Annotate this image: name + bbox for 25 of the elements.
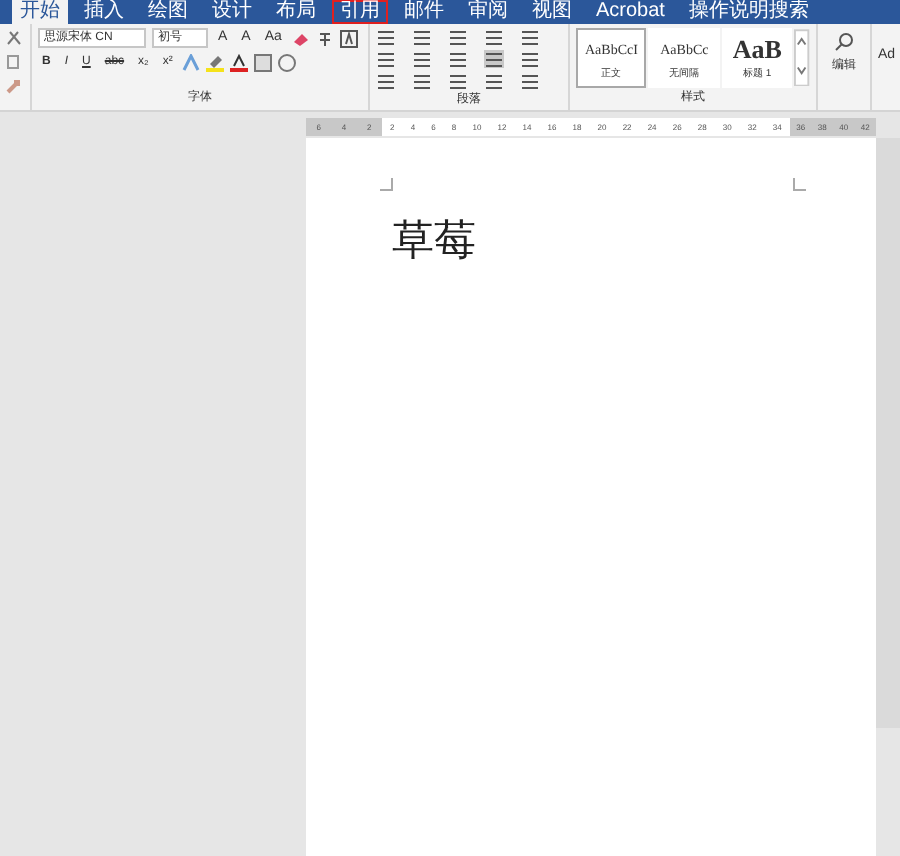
shading-icon[interactable] (254, 53, 273, 71)
ribbon-tab[interactable]: 邮件 (396, 0, 452, 24)
ribbon-tab[interactable]: 设计 (204, 0, 260, 24)
justify-icon[interactable] (484, 50, 504, 68)
search-icon[interactable] (832, 30, 856, 54)
highlighter-icon[interactable] (206, 53, 225, 71)
ribbon-tab[interactable]: 操作说明搜索 (680, 0, 817, 24)
gallery-scroll-icon[interactable] (794, 28, 810, 86)
ribbon-tab[interactable]: 布局 (268, 0, 324, 24)
brush-icon (6, 78, 22, 94)
margin-corner-icon (380, 178, 394, 192)
border-char-icon[interactable] (339, 29, 358, 47)
scrollbar[interactable] (876, 138, 900, 728)
ribbon-tab[interactable]: 绘图 (140, 0, 196, 24)
ribbon-tab[interactable]: 开始 (12, 0, 68, 24)
ribbon-tab[interactable]: Acrobat (588, 0, 673, 24)
document-text: 草莓 (392, 214, 476, 266)
eraser-icon[interactable] (291, 29, 310, 47)
font-color-icon[interactable] (230, 53, 249, 71)
margin-corner-icon (792, 178, 806, 192)
scissors-icon (6, 30, 22, 46)
ribbon-tab[interactable]: 插入 (76, 0, 132, 24)
ribbon-tab[interactable]: 视图 (524, 0, 580, 24)
style-preview: AaB (732, 34, 782, 66)
enclose-icon[interactable] (278, 53, 297, 71)
